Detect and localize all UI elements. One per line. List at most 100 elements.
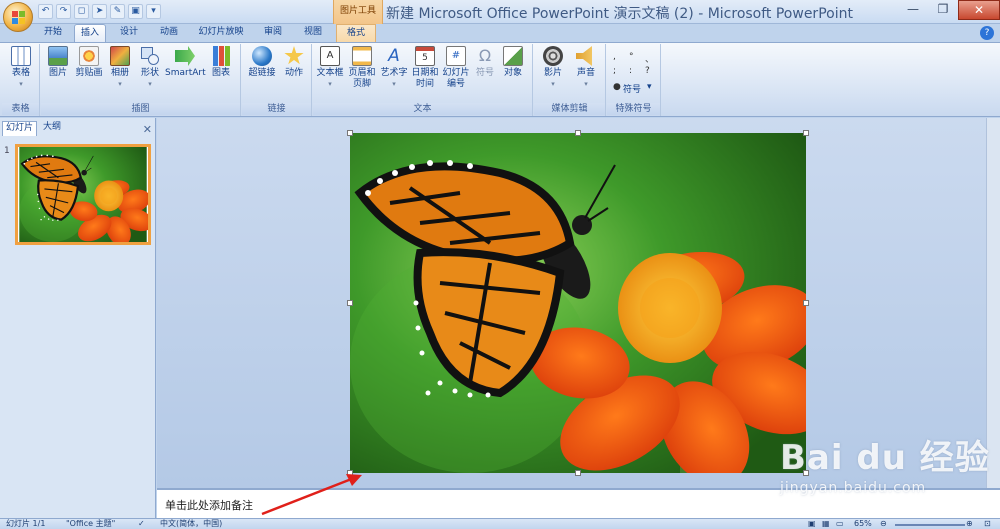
- pointer-icon[interactable]: ➤: [92, 4, 107, 19]
- zoom-level[interactable]: 65%: [854, 519, 872, 529]
- tab-home[interactable]: 开始: [36, 24, 70, 42]
- symbol-degree[interactable]: °: [629, 52, 634, 62]
- special-symbol-dropdown-icon[interactable]: ▾: [647, 82, 652, 92]
- tab-review[interactable]: 审阅: [256, 24, 290, 42]
- window-title: 新建 Microsoft Office PowerPoint 演示文稿 (2) …: [386, 6, 853, 22]
- chart-button[interactable]: 图表: [207, 46, 235, 79]
- zoom-in-icon[interactable]: ⊕: [966, 519, 973, 529]
- slideshow-icon[interactable]: ▭: [836, 519, 844, 529]
- zoom-out-icon[interactable]: ⊖: [880, 519, 887, 529]
- clip-art-button[interactable]: 剪贴画: [73, 46, 105, 79]
- office-button[interactable]: [3, 2, 33, 32]
- customize-qat-icon[interactable]: ▾: [146, 4, 161, 19]
- fit-window-icon[interactable]: ⊡: [984, 519, 991, 529]
- tab-slides[interactable]: 幻灯片: [2, 121, 38, 136]
- slide-thumbnail-number: 1: [4, 146, 10, 156]
- slide-number-button[interactable]: # 幻灯片 编号: [441, 46, 471, 90]
- resize-handle-bottom[interactable]: [575, 470, 581, 476]
- symbol-question[interactable]: ?: [645, 66, 650, 76]
- redo-icon[interactable]: ↷: [56, 4, 71, 19]
- smartart-button[interactable]: SmartArt: [165, 46, 206, 79]
- pane-tabs: 幻灯片 大纲 ✕: [0, 121, 156, 136]
- action-button[interactable]: 动作: [280, 46, 308, 79]
- pane-close-icon[interactable]: ✕: [143, 123, 152, 136]
- picture-button[interactable]: 图片: [45, 46, 71, 79]
- tab-animations[interactable]: 动画: [152, 24, 186, 42]
- format-painter-icon[interactable]: ✎: [110, 4, 125, 19]
- symbol-comma[interactable]: 、: [645, 52, 654, 65]
- datetime-button[interactable]: 5 日期和 时间: [411, 46, 439, 90]
- new-icon[interactable]: ◻: [74, 4, 89, 19]
- resize-handle-top-left[interactable]: [347, 130, 353, 136]
- quick-access-toolbar: ↶ ↷ ◻ ➤ ✎ ▣ ▾: [38, 3, 161, 20]
- sound-button[interactable]: 声音 ▾: [572, 46, 600, 90]
- language-indicator[interactable]: 中文(简体，中国): [160, 519, 222, 529]
- help-icon[interactable]: ?: [980, 26, 994, 40]
- object-icon: [503, 46, 523, 66]
- shapes-button[interactable]: 形状 ▾: [137, 46, 163, 90]
- window-controls: — ❐ ✕: [898, 0, 1000, 22]
- group-label-table: 表格: [2, 103, 39, 115]
- slide-number-icon: #: [446, 46, 466, 66]
- group-text: A 文本框 ▾ 页眉和 页脚 A 艺术字 ▾ 5 日期和 时间 # 幻灯片 编号 Ω 符号…: [313, 44, 533, 116]
- tab-outline[interactable]: 大纲: [40, 121, 64, 136]
- tab-design[interactable]: 设计: [112, 24, 146, 42]
- omega-icon: Ω: [478, 46, 492, 65]
- globe-icon: [252, 46, 272, 66]
- slide-sorter-icon[interactable]: ▦: [822, 519, 830, 529]
- group-label-special-symbols: 特殊符号: [607, 103, 660, 115]
- annotation-arrow-icon: [261, 474, 362, 516]
- normal-view-icon[interactable]: ▣: [808, 519, 816, 529]
- object-button[interactable]: 对象: [499, 46, 527, 79]
- tab-insert[interactable]: 插入: [74, 24, 106, 42]
- butterfly-image: [350, 133, 806, 473]
- notes-placeholder[interactable]: 单击此处添加备注: [165, 497, 253, 513]
- undo-icon[interactable]: ↶: [38, 4, 53, 19]
- album-icon: [110, 46, 130, 66]
- movie-button[interactable]: 影片 ▾: [538, 46, 568, 90]
- ribbon: 表格 ▾ 表格 图片 剪贴画 相册 ▾ 形状 ▾ SmartArt 图表 插图 …: [0, 42, 1000, 117]
- resize-handle-top[interactable]: [575, 130, 581, 136]
- zoom-slider[interactable]: [895, 524, 965, 526]
- group-label-links: 链接: [242, 103, 311, 115]
- table-button[interactable]: 表格 ▾: [5, 46, 37, 90]
- symbol-button[interactable]: Ω 符号: [473, 46, 497, 79]
- textbox-button[interactable]: A 文本框 ▾: [315, 46, 345, 90]
- album-button[interactable]: 相册 ▾: [107, 46, 133, 90]
- group-special-symbols: , ° 、 ; : ? ● 符号 ▾ 特殊符号: [607, 44, 661, 116]
- group-label-text: 文本: [313, 103, 532, 115]
- resize-handle-left[interactable]: [347, 300, 353, 306]
- table-icon: [11, 46, 31, 66]
- wordart-button[interactable]: A 艺术字 ▾: [379, 46, 409, 90]
- group-label-media: 媒体剪辑: [534, 103, 605, 115]
- textbox-icon: A: [320, 46, 340, 66]
- tab-format[interactable]: 格式: [336, 24, 376, 42]
- symbol-comma-small[interactable]: ,: [613, 52, 616, 62]
- save-icon[interactable]: ▣: [128, 4, 143, 19]
- header-footer-icon: [352, 46, 372, 66]
- slide-count: 幻灯片 1/1: [6, 519, 46, 528]
- restore-button[interactable]: ❐: [928, 0, 958, 20]
- symbol-semicolon[interactable]: ;: [613, 66, 616, 76]
- header-footer-button[interactable]: 页眉和 页脚: [347, 46, 377, 90]
- butterfly-picture[interactable]: [350, 133, 806, 473]
- group-links: 超链接 动作 链接: [242, 44, 312, 116]
- smartart-icon: [175, 46, 195, 66]
- spellcheck-icon[interactable]: ✓: [138, 519, 145, 529]
- thumbnail-butterfly-image: [18, 147, 148, 242]
- symbol-bullet[interactable]: ●: [613, 82, 621, 92]
- resize-handle-right[interactable]: [803, 300, 809, 306]
- office-logo-icon: [12, 11, 26, 25]
- hyperlink-button[interactable]: 超链接: [246, 46, 278, 79]
- close-button[interactable]: ✕: [958, 0, 1000, 20]
- tab-view[interactable]: 视图: [296, 24, 330, 42]
- minimize-button[interactable]: —: [898, 0, 928, 20]
- theme-name: "Office 主题": [66, 519, 116, 528]
- tab-slideshow[interactable]: 幻灯片放映: [192, 24, 250, 42]
- slide-thumbnail[interactable]: [15, 144, 151, 245]
- resize-handle-top-right[interactable]: [803, 130, 809, 136]
- baidu-url: jingyan.baidu.com: [780, 480, 927, 496]
- special-symbol-button[interactable]: 符号: [623, 82, 641, 95]
- symbol-colon[interactable]: :: [629, 66, 632, 76]
- clip-art-icon: [79, 46, 99, 66]
